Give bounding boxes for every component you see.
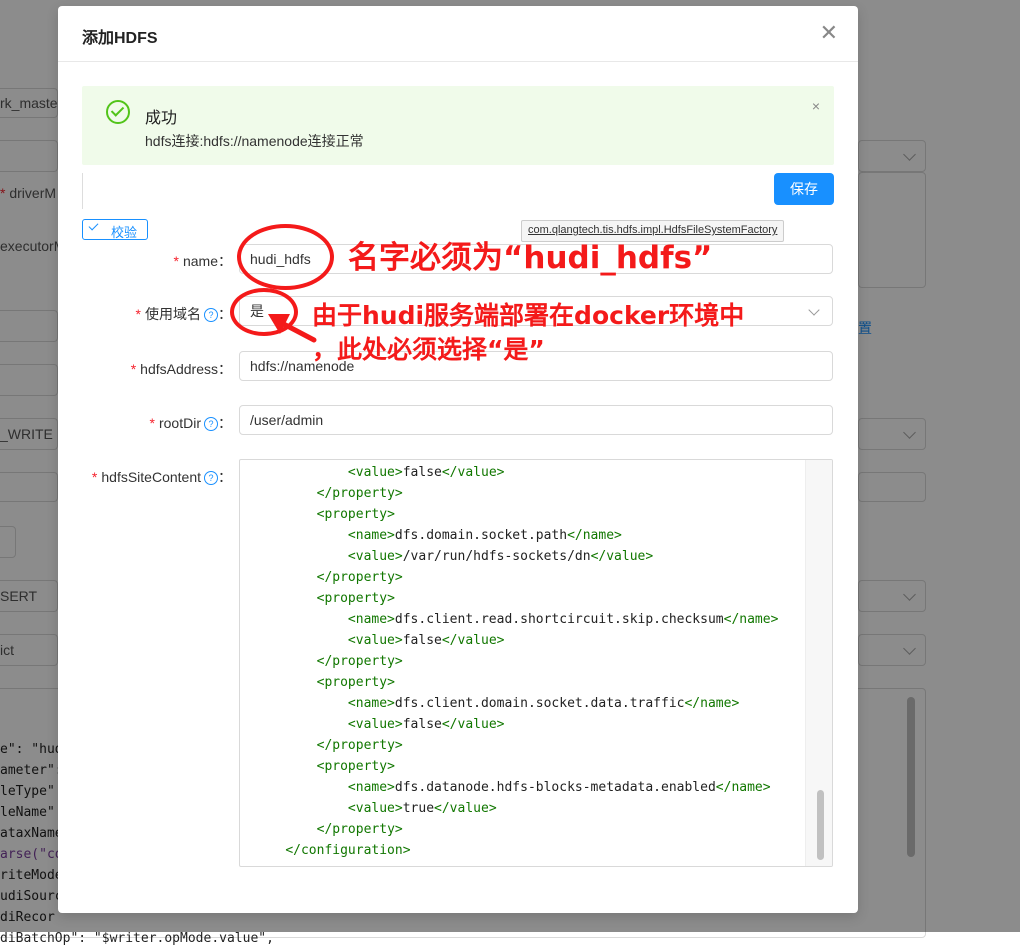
name-highlight-ellipse bbox=[237, 224, 334, 290]
code-line: <value>/var/run/hdfs-sockets/dn</value> bbox=[347, 549, 654, 564]
modal-header: 添加HDFS ✕ bbox=[58, 6, 858, 62]
modal-title: 添加HDFS bbox=[82, 30, 158, 47]
code-line: </property> bbox=[316, 822, 403, 837]
alert-close-icon[interactable]: × bbox=[812, 98, 820, 114]
verify-button[interactable]: 校验 bbox=[82, 219, 148, 240]
code-line: <name>dfs.datanode.hdfs-blocks-metadata.… bbox=[347, 780, 771, 795]
scrollbar[interactable] bbox=[805, 460, 832, 866]
domain-annotation-line1: 由于hudi服务端部署在docker环境中 bbox=[312, 301, 745, 330]
name-annotation: 名字必须为“hudi_hdfs” bbox=[348, 240, 713, 276]
chevron-down-icon bbox=[808, 304, 820, 316]
use-hostname-label: * 使用域名?： bbox=[135, 306, 232, 322]
check-circle-icon bbox=[106, 100, 130, 124]
code-line: </property> bbox=[316, 738, 403, 753]
verify-label: 校验 bbox=[111, 225, 138, 240]
code-line: <value>false</value> bbox=[347, 465, 505, 480]
code-line: </property> bbox=[316, 570, 403, 585]
name-label: * name： bbox=[173, 253, 232, 269]
code-line: <name>dfs.client.read.shortcircuit.skip.… bbox=[347, 612, 779, 627]
code-line: <property> bbox=[316, 759, 395, 774]
code-line: </configuration> bbox=[285, 843, 411, 858]
add-hdfs-modal: 添加HDFS ✕ 成功 hdfs连接:hdfs://namenode连接正常 ×… bbox=[58, 6, 858, 913]
alert-description: hdfs连接:hdfs://namenode连接正常 bbox=[145, 133, 364, 149]
code-line: <property> bbox=[316, 507, 395, 522]
code-line: </property> bbox=[316, 654, 403, 669]
code-line: <property> bbox=[316, 591, 395, 606]
code-line: <name>dfs.client.domain.socket.data.traf… bbox=[347, 696, 740, 711]
scrollbar-thumb[interactable] bbox=[817, 790, 824, 860]
help-icon[interactable]: ? bbox=[204, 308, 218, 322]
domain-annotation-line2: ，此处必须选择“是” bbox=[312, 335, 545, 364]
site-content-editor[interactable]: <value>false</value> </property> <proper… bbox=[239, 459, 833, 867]
check-icon bbox=[88, 220, 99, 231]
code-content: <value>false</value> </property> <proper… bbox=[254, 462, 778, 861]
code-line: <property> bbox=[316, 675, 395, 690]
close-icon[interactable]: ✕ bbox=[820, 22, 838, 44]
code-line: <value>true</value> bbox=[347, 801, 497, 816]
save-button[interactable]: 保存 bbox=[774, 173, 834, 205]
help-icon[interactable]: ? bbox=[204, 417, 218, 431]
toolbar-divider bbox=[82, 173, 83, 209]
site-content-label: * hdfsSiteContent?： bbox=[91, 469, 232, 485]
root-dir-input[interactable]: /user/admin bbox=[239, 405, 833, 435]
alert-title: 成功 bbox=[145, 110, 178, 127]
help-icon[interactable]: ? bbox=[204, 471, 218, 485]
hdfs-address-label: * hdfsAddress： bbox=[130, 361, 232, 377]
code-line: <name>dfs.domain.socket.path</name> bbox=[347, 528, 622, 543]
annotation-arrow-icon bbox=[268, 314, 317, 343]
code-line: <value>false</value> bbox=[347, 633, 505, 648]
success-alert: 成功 hdfs连接:hdfs://namenode连接正常 × bbox=[82, 86, 834, 165]
code-line: </property> bbox=[316, 486, 403, 501]
root-dir-label: * rootDir?： bbox=[149, 415, 232, 431]
code-line: <value>false</value> bbox=[347, 717, 505, 732]
